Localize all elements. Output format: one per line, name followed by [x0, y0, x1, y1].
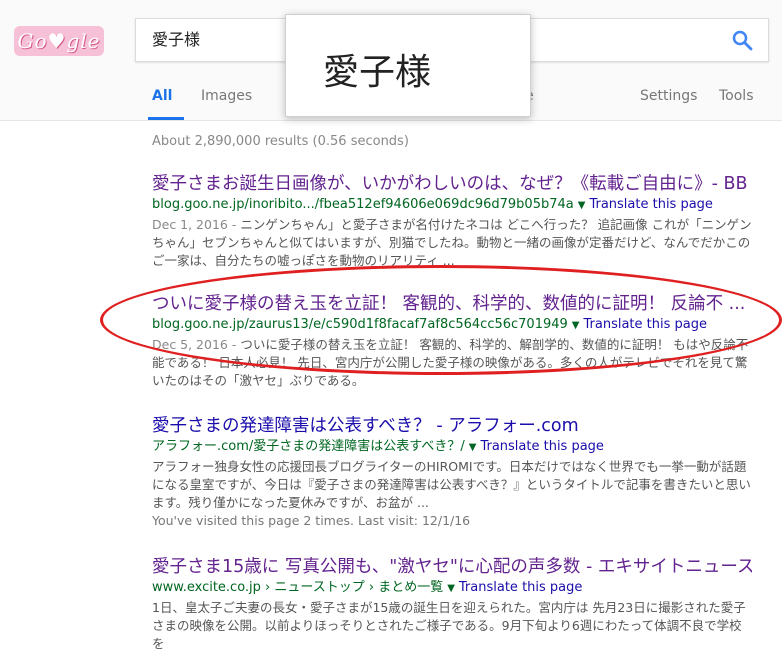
result-title[interactable]: 愛子さまお誕生日画像が、いかがわしいのは、なぜ？《転載ご自由に》- BB ... — [152, 173, 752, 195]
translate-link[interactable]: Translate this page — [459, 580, 582, 595]
tab-all[interactable]: All — [152, 88, 172, 104]
result-url[interactable]: アラフォー.com/愛子さまの発達障害は公表すべき？/ — [152, 439, 465, 454]
caret-down-icon[interactable]: ▼ — [447, 583, 455, 594]
result-snippet: アラフォー独身女性の応援団長ブログライターのHIROMIです。日本だけではなく世… — [152, 459, 751, 510]
result-url-line: blog.goo.ne.jp/inoribito.../fbea512ef946… — [152, 195, 752, 215]
overlay-query-text: 愛子様 — [323, 52, 432, 93]
result-title[interactable]: 愛子さま15歳に 写真公開も、"激ヤセ"に心配の声多数 - エキサイトニュース — [152, 556, 752, 578]
result-title[interactable]: ついに愛子様の替え玉を立証！ 客観的、科学的、数値的に証明！ 反論不 ... — [152, 293, 752, 315]
result-snippet: Dec 5, 2016 - ついに愛子様の替え玉を立証！ 客観的、科学的、解剖学… — [152, 336, 752, 390]
result-snippet: Dec 1, 2016 - ニンゲンちゃん」と愛子さまが名付けたネコは どこへ行… — [152, 216, 752, 270]
result-url-line: アラフォー.com/愛子さまの発達障害は公表すべき？/ ▼ Translate th… — [152, 437, 752, 457]
tab-tools[interactable]: Tools — [719, 88, 754, 104]
caret-down-icon[interactable]: ▼ — [572, 320, 580, 331]
tab-settings[interactable]: Settings — [640, 88, 697, 104]
search-icon[interactable] — [730, 28, 754, 52]
result-url[interactable]: blog.goo.ne.jp/zaurus13/e/c590d1f8facaf7… — [152, 317, 568, 332]
result-snippet-text: ニンゲンちゃん」と愛子さまが名付けたネコは どこへ行った？ 追記画像 これが「ニ… — [152, 217, 752, 268]
tab-images[interactable]: Images — [201, 88, 252, 104]
search-result: ついに愛子様の替え玉を立証！ 客観的、科学的、数値的に証明！ 反論不 ... b… — [152, 293, 752, 390]
result-url[interactable]: blog.goo.ne.jp/inoribito.../fbea512ef946… — [152, 197, 574, 212]
result-url-line: blog.goo.ne.jp/zaurus13/e/c590d1f8facaf7… — [152, 315, 752, 335]
search-result: 愛子さまお誕生日画像が、いかがわしいのは、なぜ？《転載ご自由に》- BB ...… — [152, 173, 752, 270]
result-url[interactable]: www.excite.co.jp › ニューストップ › まとめ一覧 — [152, 580, 443, 595]
zoom-overlay: 愛子様 — [285, 14, 531, 117]
result-title[interactable]: 愛子さまの発達障害は公表すべき？ - アラフォー.com — [152, 415, 752, 437]
result-url-line: www.excite.co.jp › ニューストップ › まとめ一覧 ▼ Trans… — [152, 578, 752, 598]
result-snippet: 1日、皇太子ご夫妻の長女・愛子さまが15歳の誕生日を迎えられた。宮内庁は 先月2… — [152, 600, 746, 651]
translate-link[interactable]: Translate this page — [584, 317, 707, 332]
caret-down-icon[interactable]: ▼ — [469, 442, 477, 453]
google-logo[interactable]: Go♥gle — [14, 26, 104, 56]
search-result: 愛子さま15歳に 写真公開も、"激ヤセ"に心配の声多数 - エキサイトニュース … — [152, 556, 752, 653]
result-date: Dec 1, 2016 - — [152, 217, 241, 232]
translate-link[interactable]: Translate this page — [589, 197, 712, 212]
search-result: 愛子さまの発達障害は公表すべき？ - アラフォー.com アラフォー.com/愛… — [152, 415, 752, 530]
result-stats: About 2,890,000 results (0.56 seconds) — [152, 134, 409, 149]
caret-down-icon[interactable]: ▼ — [578, 200, 586, 211]
result-snippet-text: ついに愛子様の替え玉を立証！ 客観的、科学的、解剖学的、数値的に証明！ もはや反… — [152, 337, 749, 388]
active-tab-indicator — [148, 117, 184, 120]
translate-link[interactable]: Translate this page — [480, 439, 603, 454]
result-date: Dec 5, 2016 - — [152, 337, 241, 352]
visited-note: You've visited this page 2 times. Last v… — [152, 513, 471, 528]
